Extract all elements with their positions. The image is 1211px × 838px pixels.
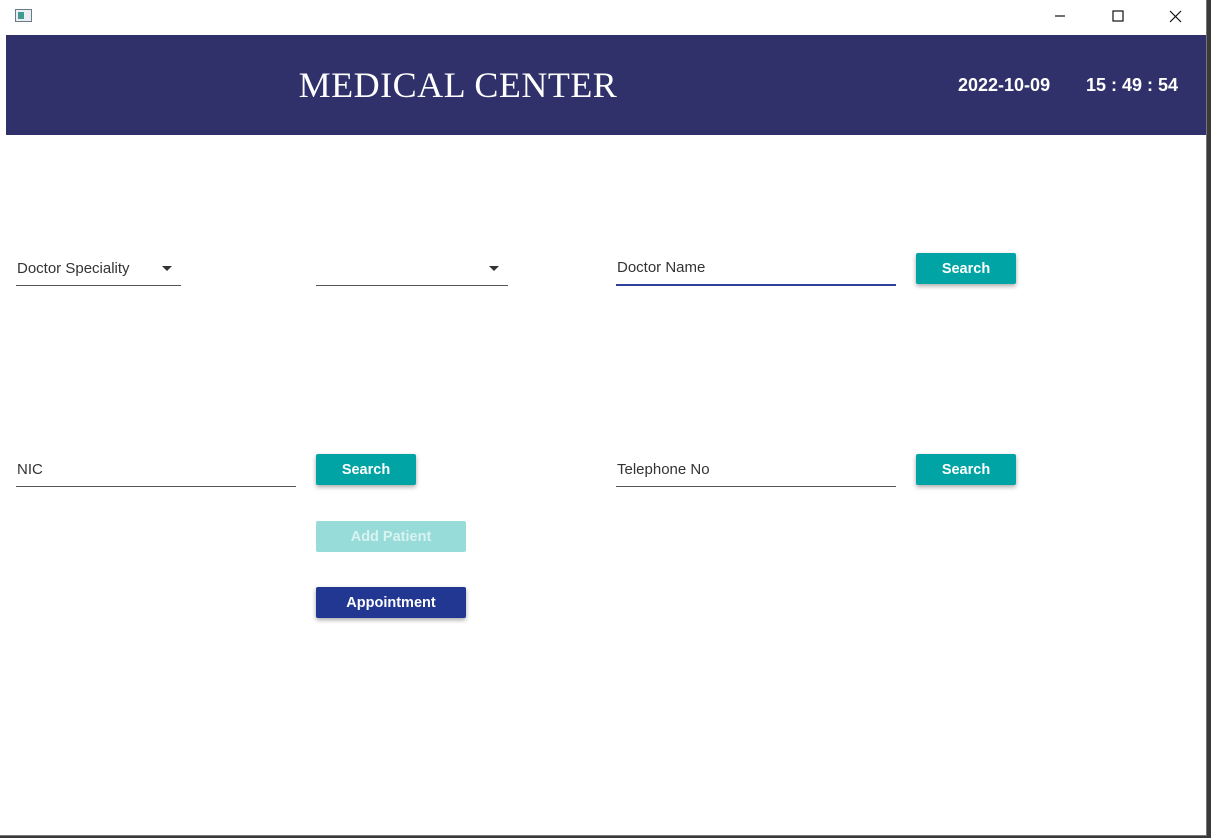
appointment-button[interactable]: Appointment xyxy=(316,587,466,618)
nic-search-button[interactable]: Search xyxy=(316,454,416,485)
doctor-combo[interactable] xyxy=(316,252,508,286)
telephone-search-button[interactable]: Search xyxy=(916,454,1016,485)
add-patient-button[interactable]: Add Patient xyxy=(316,521,466,552)
dropdown-arrow-icon[interactable] xyxy=(489,266,499,271)
doctor-search-button[interactable]: Search xyxy=(916,253,1016,284)
nic-placeholder: NIC xyxy=(17,461,43,478)
doctor-speciality-value: Doctor Speciality xyxy=(17,260,130,277)
doctor-name-placeholder: Doctor Name xyxy=(617,259,706,276)
minimize-icon xyxy=(1054,15,1065,17)
current-date: 2022-10-09 xyxy=(958,75,1051,95)
maximize-icon xyxy=(1111,10,1124,22)
telephone-field[interactable]: Telephone No xyxy=(616,453,896,487)
close-icon xyxy=(1169,10,1182,22)
dropdown-arrow-icon[interactable] xyxy=(162,266,172,271)
app-icon xyxy=(15,9,32,22)
app-window: MEDICAL CENTER 2022-10-09 15 : 49 : 54 D… xyxy=(0,0,1207,836)
doctor-name-field[interactable]: Doctor Name xyxy=(616,252,896,286)
minimize-button[interactable] xyxy=(1031,0,1088,32)
doctor-speciality-combo[interactable]: Doctor Speciality xyxy=(16,252,181,286)
app-header: MEDICAL CENTER 2022-10-09 15 : 49 : 54 xyxy=(6,35,1206,135)
telephone-placeholder: Telephone No xyxy=(617,461,710,478)
current-time: 15 : 49 : 54 xyxy=(1086,75,1179,95)
title-bar xyxy=(0,0,1206,34)
close-button[interactable] xyxy=(1147,0,1204,32)
nic-field[interactable]: NIC xyxy=(16,453,296,487)
maximize-button[interactable] xyxy=(1089,0,1146,32)
app-title: MEDICAL CENTER xyxy=(298,65,618,105)
